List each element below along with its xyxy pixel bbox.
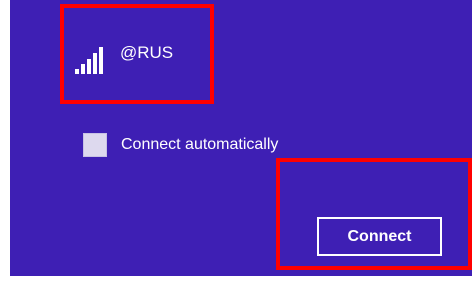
network-name: @RUS xyxy=(120,43,174,62)
connect-automatically-label: Connect automatically xyxy=(121,136,279,153)
connect-automatically-option[interactable]: Connect automatically xyxy=(83,133,278,157)
screenshot-frame: @RUS Connect automatically Connect xyxy=(0,0,472,284)
connect-button[interactable]: Connect xyxy=(317,217,442,256)
connect-automatically-checkbox[interactable] xyxy=(83,133,107,157)
network-item[interactable]: @RUS xyxy=(73,40,173,80)
wifi-signal-icon xyxy=(75,47,103,74)
